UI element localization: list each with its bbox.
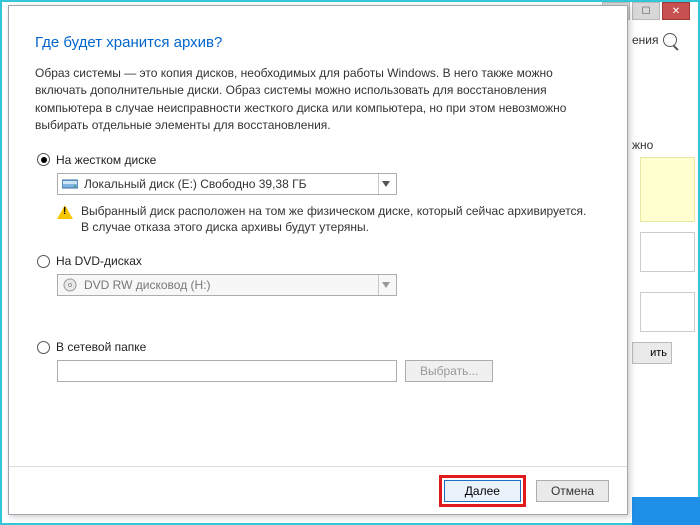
hdd-selected-text: Локальный диск (E:) Свободно 39,38 ГБ <box>84 177 378 191</box>
close-button[interactable]: ✕ <box>662 2 690 20</box>
hdd-warning: Выбранный диск расположен на том же физи… <box>57 203 597 237</box>
hdd-drive-dropdown[interactable]: Локальный диск (E:) Свободно 39,38 ГБ <box>57 173 397 195</box>
bg-white-box-2 <box>640 292 695 332</box>
hdd-warning-text: Выбранный диск расположен на том же физи… <box>81 203 597 237</box>
network-path-input[interactable] <box>57 360 397 382</box>
radio-dvd-label: На DVD-дисках <box>56 254 142 268</box>
dialog-footer: Далее Отмена <box>9 466 627 514</box>
warning-icon <box>57 205 73 219</box>
option-network: В сетевой папке Выбрать... <box>35 340 601 382</box>
next-button[interactable]: Далее <box>444 480 521 502</box>
hdd-icon <box>62 177 78 191</box>
cancel-button[interactable]: Отмена <box>536 480 609 502</box>
background-right-panel: ения жно <box>632 27 697 152</box>
backup-wizard-dialog: Где будет хранится архив? Образ системы … <box>8 5 628 515</box>
chevron-down-icon <box>378 275 392 295</box>
radio-network[interactable] <box>37 341 50 354</box>
bg-tab-text: ения <box>632 33 659 47</box>
bg-taskbar-fragment <box>632 497 700 525</box>
radio-network-row[interactable]: В сетевой папке <box>37 340 601 354</box>
maximize-button[interactable]: ☐ <box>632 2 660 20</box>
radio-network-label: В сетевой папке <box>56 340 146 354</box>
bg-button-fragment[interactable]: ить <box>632 342 672 364</box>
dvd-icon <box>62 278 78 292</box>
radio-hdd-row[interactable]: На жестком диске <box>37 153 601 167</box>
bg-text-fragment: жно <box>632 138 697 152</box>
option-dvd: На DVD-дисках DVD RW дисковод (H:) <box>35 254 601 296</box>
radio-hdd[interactable] <box>37 153 50 166</box>
dvd-selected-text: DVD RW дисковод (H:) <box>84 278 378 292</box>
radio-dvd-row[interactable]: На DVD-дисках <box>37 254 601 268</box>
dialog-description: Образ системы — это копия дисков, необхо… <box>35 65 595 135</box>
next-button-highlight: Далее <box>439 475 526 507</box>
bg-yellow-box <box>640 157 695 222</box>
dvd-drive-dropdown[interactable]: DVD RW дисковод (H:) <box>57 274 397 296</box>
browse-button[interactable]: Выбрать... <box>405 360 493 382</box>
radio-hdd-label: На жестком диске <box>56 153 156 167</box>
chevron-down-icon <box>378 174 392 194</box>
radio-dvd[interactable] <box>37 255 50 268</box>
bg-white-box-1 <box>640 232 695 272</box>
dialog-heading: Где будет хранится архив? <box>35 34 601 51</box>
option-hdd: На жестком диске Локальный диск (E:) Сво… <box>35 153 601 237</box>
search-icon[interactable] <box>663 33 677 47</box>
